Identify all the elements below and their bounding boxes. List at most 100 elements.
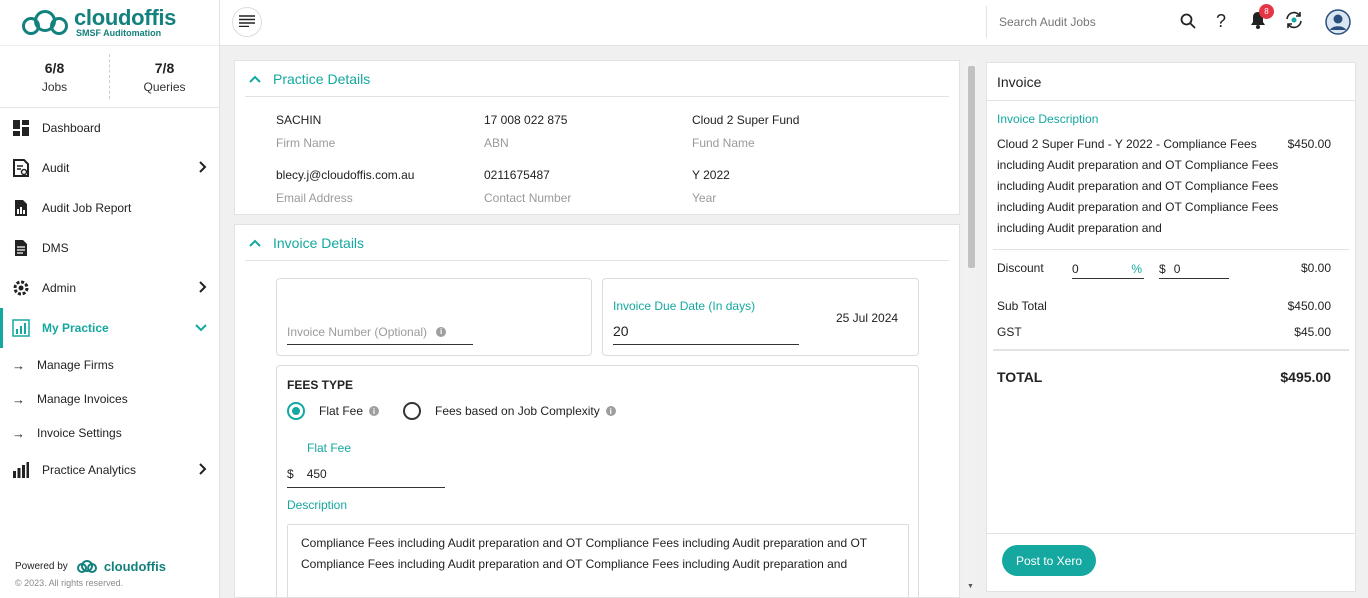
help-icon[interactable]: ? — [1216, 11, 1226, 32]
search-icon[interactable] — [1180, 13, 1196, 32]
due-days-label: Invoice Due Date (In days) — [613, 299, 756, 313]
sidebar-item-label: DMS — [42, 241, 69, 255]
menu-icon — [239, 14, 255, 30]
arrow-right-icon: → — [12, 357, 25, 373]
practice-icon — [12, 319, 30, 337]
description-label: Description — [287, 498, 348, 512]
invoice-number-box: Invoice Number (Optional) i — [276, 278, 592, 356]
top-bar: ? 8 — [220, 0, 1368, 46]
dollar-sign: $ — [1159, 261, 1166, 276]
invoice-description-text: Cloud 2 Super Fund - Y 2022 - Compliance… — [997, 134, 1287, 239]
report-icon — [12, 199, 30, 217]
sidebar-item-admin[interactable]: Admin — [0, 268, 219, 308]
due-days-input[interactable]: 20 — [613, 317, 799, 345]
menu-toggle-button[interactable] — [232, 7, 262, 37]
abn-label: ABN — [484, 136, 509, 150]
cloud-small-logo-icon — [76, 559, 98, 574]
sidebar-item-practice-analytics[interactable]: Practice Analytics — [0, 450, 219, 490]
discount-amount-input[interactable]: $ 0 — [1159, 259, 1229, 279]
invoice-summary-panel: Invoice Invoice Description Cloud 2 Supe… — [986, 62, 1356, 592]
info-icon[interactable]: i — [436, 326, 447, 337]
info-icon[interactable]: i — [369, 406, 380, 416]
stats-summary: 6/8 Jobs 7/8 Queries — [0, 46, 219, 108]
sync-icon[interactable] — [1284, 10, 1304, 33]
sidebar-subitem-invoice-settings[interactable]: → Invoice Settings — [0, 416, 219, 450]
arrow-right-icon: → — [12, 425, 25, 441]
sidebar-subitem-label: Invoice Settings — [37, 426, 122, 440]
flat-fee-input[interactable]: $ 450 — [287, 460, 445, 488]
analytics-icon — [12, 461, 30, 479]
flat-fee-option[interactable]: Flat Fee i — [287, 402, 380, 420]
search-input[interactable] — [999, 6, 1179, 38]
sidebar-item-audit[interactable]: Audit — [0, 148, 219, 188]
subtotal-value: $450.00 — [1287, 299, 1331, 313]
sidebar: cloudoffis SMSF Auditomation 6/8 Jobs 7/… — [0, 0, 220, 598]
firm-name-label: Firm Name — [276, 136, 336, 150]
complexity-fee-option[interactable]: Fees based on Job Complexity i — [403, 402, 616, 420]
chevron-right-icon — [199, 281, 207, 296]
sidebar-subitem-label: Manage Firms — [37, 358, 114, 372]
powered-by-label: Powered by — [15, 561, 68, 572]
invoice-description-label: Invoice Description — [997, 112, 1099, 126]
sidebar-subitem-manage-invoices[interactable]: → Manage Invoices — [0, 382, 219, 416]
fund-name-field: Cloud 2 Super Fund Fund Name — [692, 113, 799, 150]
invoice-summary-title: Invoice — [987, 63, 1355, 101]
complexity-fee-radio[interactable] — [403, 402, 421, 420]
discount-percent-input[interactable]: 0 % — [1072, 259, 1144, 279]
invoice-details-header[interactable]: Invoice Details — [245, 225, 949, 261]
description-textarea[interactable]: Compliance Fees including Audit preparat… — [287, 524, 909, 597]
jobs-count: 6/8 — [44, 59, 65, 76]
invoice-description-line: including Audit preparation and OT Compl… — [997, 200, 1279, 214]
subtotal-row: Sub Total $450.00 — [997, 299, 1331, 313]
sidebar-item-label: Admin — [42, 281, 77, 295]
invoice-description-line: including Audit preparation and OT Compl… — [997, 158, 1279, 172]
sidebar-subitem-label: Manage Invoices — [37, 392, 128, 406]
post-to-xero-button[interactable]: Post to Xero — [1002, 545, 1096, 576]
brand-logo[interactable]: cloudoffis SMSF Auditomation — [0, 0, 219, 46]
queries-count: 7/8 — [154, 59, 175, 76]
sidebar-subitem-manage-firms[interactable]: → Manage Firms — [0, 348, 219, 382]
gst-row: GST $45.00 — [997, 325, 1331, 339]
year-value: Y 2022 — [692, 168, 730, 182]
gst-value: $45.00 — [1294, 325, 1331, 339]
fees-type-label: FEES TYPE — [287, 378, 354, 392]
invoice-number-input[interactable]: Invoice Number (Optional) i — [287, 319, 473, 345]
due-date-value: 25 Jul 2024 — [836, 311, 899, 325]
fund-name-label: Fund Name — [692, 136, 755, 150]
sidebar-item-my-practice[interactable]: My Practice — [0, 308, 219, 348]
chevron-down-icon — [195, 321, 207, 335]
info-icon[interactable]: i — [605, 406, 616, 416]
email-value: blecy.j@cloudoffis.com.au — [276, 168, 415, 182]
arrow-right-icon: → — [12, 391, 25, 407]
fund-name-value: Cloud 2 Super Fund — [692, 113, 800, 127]
sidebar-item-label: Audit Job Report — [42, 201, 132, 215]
jobs-stat[interactable]: 6/8 Jobs — [0, 54, 110, 99]
invoice-description-line: Cloud 2 Super Fund - Y 2022 - Compliance… — [997, 137, 1257, 151]
invoice-details-panel: Invoice Details Invoice Number (Optional… — [234, 224, 960, 598]
flat-fee-value: 450 — [306, 466, 327, 481]
total-label: TOTAL — [997, 369, 1043, 385]
sidebar-item-dashboard[interactable]: Dashboard — [0, 108, 219, 148]
flat-fee-label: Flat Fee — [307, 441, 352, 455]
cloud-logo-icon — [20, 7, 70, 39]
abn-value: 17 008 022 875 — [484, 113, 568, 127]
total-row: TOTAL $495.00 — [997, 369, 1331, 385]
discount-percent-value: 0 — [1072, 261, 1079, 276]
powered-by-footer: Powered by cloudoffis © 2023. All rights… — [15, 559, 166, 588]
queries-stat[interactable]: 7/8 Queries — [110, 46, 219, 107]
scroll-down-arrow-icon[interactable]: ▼ — [967, 583, 974, 590]
email-label: Email Address — [276, 191, 353, 205]
contact-value: 0211675487 — [484, 168, 550, 182]
scrollbar-thumb[interactable] — [968, 66, 975, 268]
divider — [993, 249, 1349, 250]
contact-label: Contact Number — [484, 191, 572, 205]
email-field: blecy.j@cloudoffis.com.au Email Address — [276, 168, 414, 205]
sidebar-item-audit-job-report[interactable]: Audit Job Report — [0, 188, 219, 228]
notification-bell-icon[interactable]: 8 — [1250, 4, 1274, 33]
practice-details-header[interactable]: Practice Details — [245, 61, 949, 97]
sidebar-item-dms[interactable]: DMS — [0, 228, 219, 268]
user-avatar-icon[interactable] — [1325, 9, 1351, 38]
main-scrollbar[interactable]: ▼ — [964, 60, 978, 592]
brand-tagline: SMSF Auditomation — [76, 28, 162, 38]
flat-fee-radio[interactable] — [287, 402, 305, 420]
